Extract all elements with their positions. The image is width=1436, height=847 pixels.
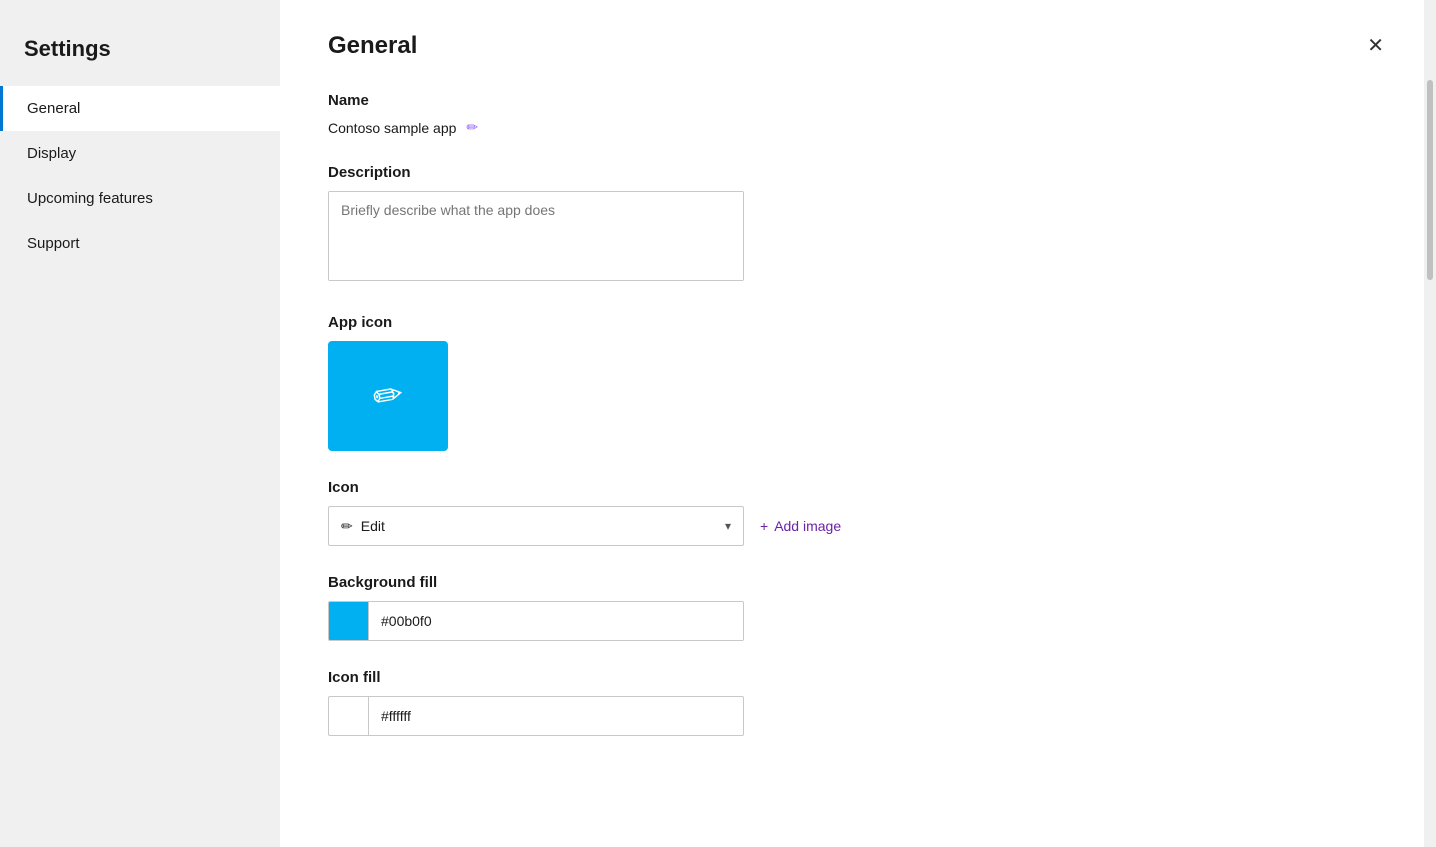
icon-label: Icon xyxy=(328,479,1388,496)
app-icon-section: App icon ✏ xyxy=(328,314,1388,451)
background-fill-input[interactable] xyxy=(368,601,744,641)
background-fill-label: Background fill xyxy=(328,574,1388,591)
sidebar-item-upcoming-features-label: Upcoming features xyxy=(27,190,153,207)
scrollbar-thumb[interactable] xyxy=(1427,80,1433,280)
sidebar-item-general[interactable]: General xyxy=(0,86,280,131)
page-title: General xyxy=(328,32,417,60)
sidebar-item-support[interactable]: Support xyxy=(0,221,280,266)
sidebar-item-general-label: General xyxy=(27,100,80,117)
add-image-button[interactable]: + Add image xyxy=(760,518,841,534)
name-label: Name xyxy=(328,92,1388,109)
icon-fill-section: Icon fill xyxy=(328,669,1388,736)
name-edit-icon[interactable]: ✏ xyxy=(466,119,478,136)
chevron-down-icon: ▾ xyxy=(725,519,731,533)
icon-fill-label: Icon fill xyxy=(328,669,1388,686)
app-icon-preview[interactable]: ✏ xyxy=(328,341,448,451)
icon-fill-row xyxy=(328,696,1388,736)
main-wrapper: General ✕ Name Contoso sample app ✏ Desc… xyxy=(280,0,1436,847)
icon-section: Icon ✏ Edit ▾ + Add image xyxy=(328,479,1388,546)
icon-color-swatch[interactable] xyxy=(328,696,368,736)
sidebar-title: Settings xyxy=(0,20,280,86)
name-row: Contoso sample app ✏ xyxy=(328,119,1388,136)
icon-select-value: Edit xyxy=(361,518,385,534)
background-color-swatch[interactable] xyxy=(328,601,368,641)
app-icon-pencil-icon: ✏ xyxy=(369,373,406,420)
scrollbar-track[interactable] xyxy=(1424,0,1436,847)
name-section: Name Contoso sample app ✏ xyxy=(328,92,1388,136)
description-label: Description xyxy=(328,164,1388,181)
page-header: General ✕ xyxy=(328,32,1388,60)
description-textarea[interactable] xyxy=(328,191,744,281)
description-section: Description xyxy=(328,164,1388,286)
sidebar-item-display[interactable]: Display xyxy=(0,131,280,176)
sidebar-item-support-label: Support xyxy=(27,235,80,252)
sidebar-item-upcoming-features[interactable]: Upcoming features xyxy=(0,176,280,221)
name-value: Contoso sample app xyxy=(328,120,456,136)
close-button[interactable]: ✕ xyxy=(1363,32,1388,60)
icon-select-left: ✏ Edit xyxy=(341,518,385,535)
sidebar: Settings General Display Upcoming featur… xyxy=(0,0,280,847)
sidebar-item-display-label: Display xyxy=(27,145,76,162)
main-content: General ✕ Name Contoso sample app ✏ Desc… xyxy=(280,0,1436,847)
background-fill-row xyxy=(328,601,1388,641)
icon-fill-input[interactable] xyxy=(368,696,744,736)
icon-select-pencil: ✏ xyxy=(341,518,353,535)
add-image-label: Add image xyxy=(774,518,841,534)
plus-icon: + xyxy=(760,518,768,534)
icon-row: ✏ Edit ▾ + Add image xyxy=(328,506,1388,546)
background-fill-section: Background fill xyxy=(328,574,1388,641)
icon-select[interactable]: ✏ Edit ▾ xyxy=(328,506,744,546)
app-icon-label: App icon xyxy=(328,314,1388,331)
